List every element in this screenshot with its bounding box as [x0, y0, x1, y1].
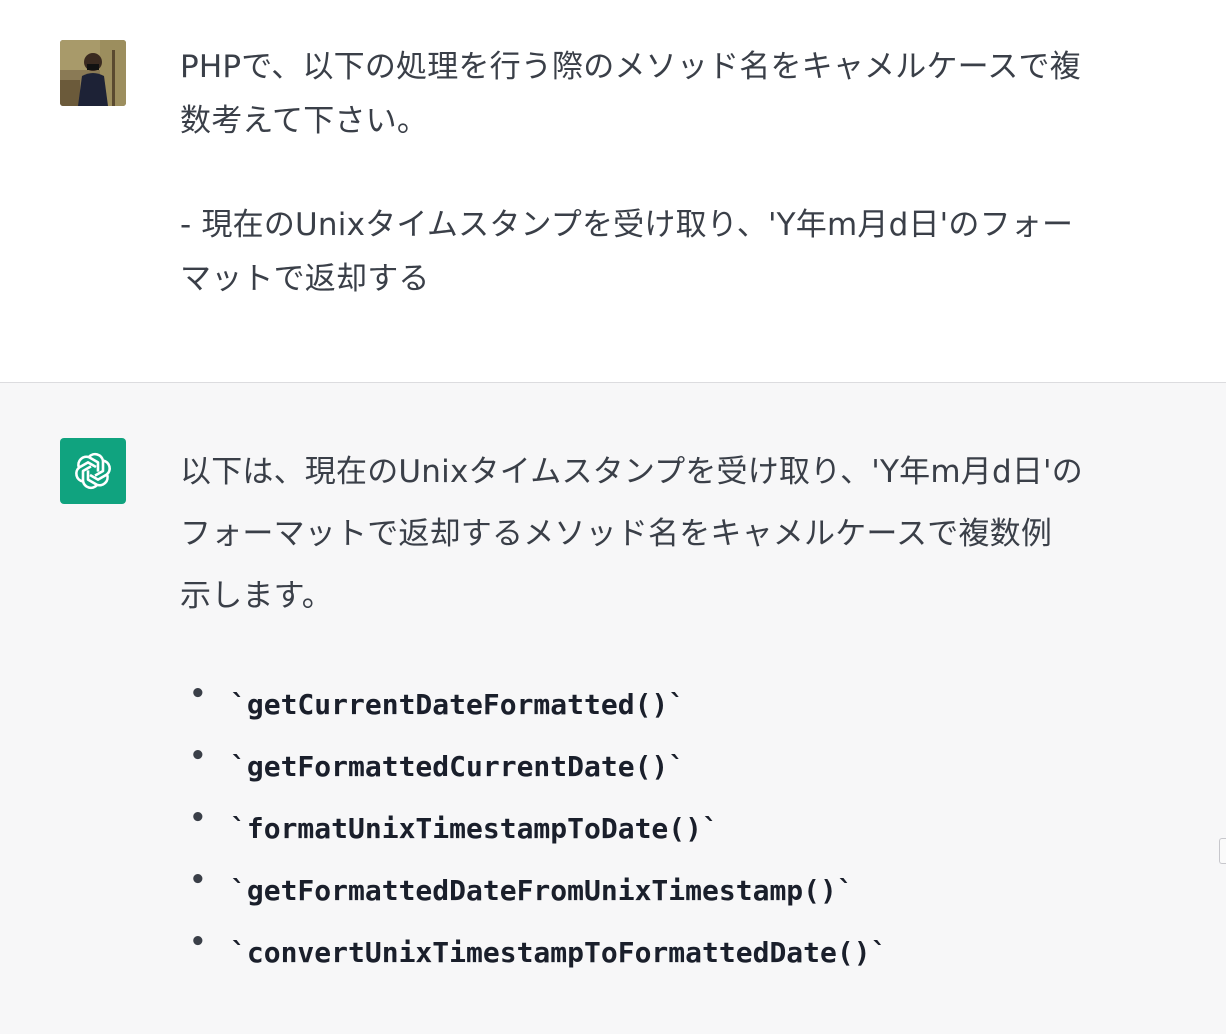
list-item: • `getFormattedDateFromUnixTimestamp()`: [190, 859, 887, 921]
assistant-text-line: 以下は、現在のUnixタイムスタンプを受け取り、'Y年m月d日'の: [180, 454, 1083, 490]
method-name-code: `formatUnixTimestampToDate()`: [230, 811, 719, 845]
method-name-code: `getFormattedCurrentDate()`: [230, 749, 686, 783]
list-item: • `getFormattedCurrentDate()`: [190, 735, 887, 797]
assistant-message-text: 以下は、現在のUnixタイムスタンプを受け取り、'Y年m月d日'の フォーマット…: [180, 441, 1180, 627]
user-message: PHPで、以下の処理を行う際のメソッド名をキャメルケースで複 数考えて下さい。 …: [0, 0, 1226, 383]
bullet: •: [190, 927, 206, 957]
assistant-text-line: フォーマットで返却するメソッド名をキャメルケースで複数例: [180, 516, 1053, 552]
user-text-line: - 現在のUnixタイムスタンプを受け取り、'Y年m月d日'のフォー: [180, 207, 1074, 243]
method-name-code: `getFormattedDateFromUnixTimestamp()`: [230, 873, 854, 907]
bullet: •: [190, 679, 206, 709]
list-item: • `formatUnixTimestampToDate()`: [190, 797, 887, 859]
user-photo-icon: [60, 40, 126, 106]
list-item: • `getCurrentDateFormatted()`: [190, 673, 887, 735]
assistant-avatar: [60, 438, 126, 504]
chat-thread: PHPで、以下の処理を行う際のメソッド名をキャメルケースで複 数考えて下さい。 …: [0, 0, 1226, 1034]
user-message-text: PHPで、以下の処理を行う際のメソッド名をキャメルケースで複 数考えて下さい。 …: [180, 40, 1210, 306]
copy-button-edge[interactable]: [1219, 838, 1226, 864]
list-item: • `convertUnixTimestampToFormattedDate()…: [190, 921, 887, 983]
method-name-list: • `getCurrentDateFormatted()` • `getForm…: [190, 673, 887, 983]
assistant-message: 以下は、現在のUnixタイムスタンプを受け取り、'Y年m月d日'の フォーマット…: [0, 383, 1226, 1034]
assistant-text-line: 示します。: [180, 578, 333, 614]
user-text-line: PHPで、以下の処理を行う際のメソッド名をキャメルケースで複: [180, 49, 1081, 85]
user-avatar: [60, 40, 126, 106]
method-name-code: `getCurrentDateFormatted()`: [230, 687, 686, 721]
bullet: •: [190, 803, 206, 833]
bullet: •: [190, 865, 206, 895]
method-name-code: `convertUnixTimestampToFormattedDate()`: [230, 935, 888, 969]
user-text-line: 数考えて下さい。: [180, 103, 429, 139]
bullet: •: [190, 741, 206, 771]
user-text-line: マットで返却する: [180, 261, 430, 297]
openai-logo-icon: [75, 452, 111, 490]
